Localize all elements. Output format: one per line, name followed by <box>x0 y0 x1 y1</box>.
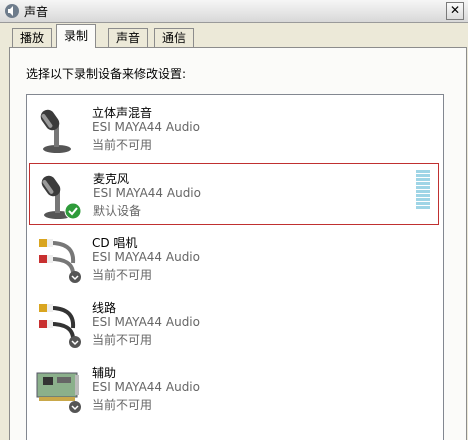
level-meter <box>416 170 430 210</box>
microphone-icon <box>40 109 71 153</box>
recording-panel: 选择以下录制设备来修改设置: 立体声混音 ESI MAYA44 Audio 当前… <box>9 47 467 440</box>
device-driver: ESI MAYA44 Audio <box>92 315 200 329</box>
tab-strip: 播放 录制 声音 通信 <box>0 24 468 48</box>
device-name: 线路 <box>92 301 117 315</box>
device-name: 麦克风 <box>93 172 130 186</box>
device-row-aux[interactable]: 辅助 ESI MAYA44 Audio 当前不可用 <box>29 358 439 420</box>
rca-cable-icon <box>39 304 81 348</box>
device-list[interactable]: 立体声混音 ESI MAYA44 Audio 当前不可用 麦克风 ESI MAY… <box>26 94 444 440</box>
device-status: 当前不可用 <box>92 268 153 282</box>
window-title: 声音 <box>24 5 49 19</box>
device-driver: ESI MAYA44 Audio <box>93 186 201 200</box>
device-status: 当前不可用 <box>92 333 153 347</box>
instruction-text: 选择以下录制设备来修改设置: <box>26 67 187 81</box>
device-name: 立体声混音 <box>92 106 153 120</box>
device-name: 辅助 <box>92 366 117 380</box>
tab-sounds[interactable]: 声音 <box>108 28 149 47</box>
device-row-microphone[interactable]: 麦克风 ESI MAYA44 Audio 默认设备 <box>29 163 439 225</box>
close-button[interactable]: ✕ <box>446 2 464 20</box>
device-name: CD 唱机 <box>92 236 138 250</box>
tab-recording[interactable]: 录制 <box>56 24 97 48</box>
sound-card-icon <box>36 372 81 413</box>
device-driver: ESI MAYA44 Audio <box>92 120 200 134</box>
sound-dialog: 声音 ✕ 播放 录制 声音 通信 选择以下录制设备来修改设置: 立体声混音 ES… <box>0 0 468 440</box>
tab-communications[interactable]: 通信 <box>154 28 195 47</box>
device-status: 当前不可用 <box>92 138 153 152</box>
device-driver: ESI MAYA44 Audio <box>92 380 200 394</box>
device-driver: ESI MAYA44 Audio <box>92 250 200 264</box>
device-status: 当前不可用 <box>92 398 153 412</box>
tab-playback[interactable]: 播放 <box>12 28 53 47</box>
title-bar: 声音 ✕ <box>0 0 468 23</box>
device-row-stereo-mix[interactable]: 立体声混音 ESI MAYA44 Audio 当前不可用 <box>29 98 439 160</box>
speaker-app-icon <box>5 4 19 18</box>
device-row-cd-player[interactable]: CD 唱机 ESI MAYA44 Audio 当前不可用 <box>29 228 439 290</box>
rca-cable-icon <box>39 239 81 283</box>
device-status: 默认设备 <box>93 204 142 218</box>
device-row-line-in[interactable]: 线路 ESI MAYA44 Audio 当前不可用 <box>29 293 439 355</box>
check-badge-icon <box>64 202 82 220</box>
